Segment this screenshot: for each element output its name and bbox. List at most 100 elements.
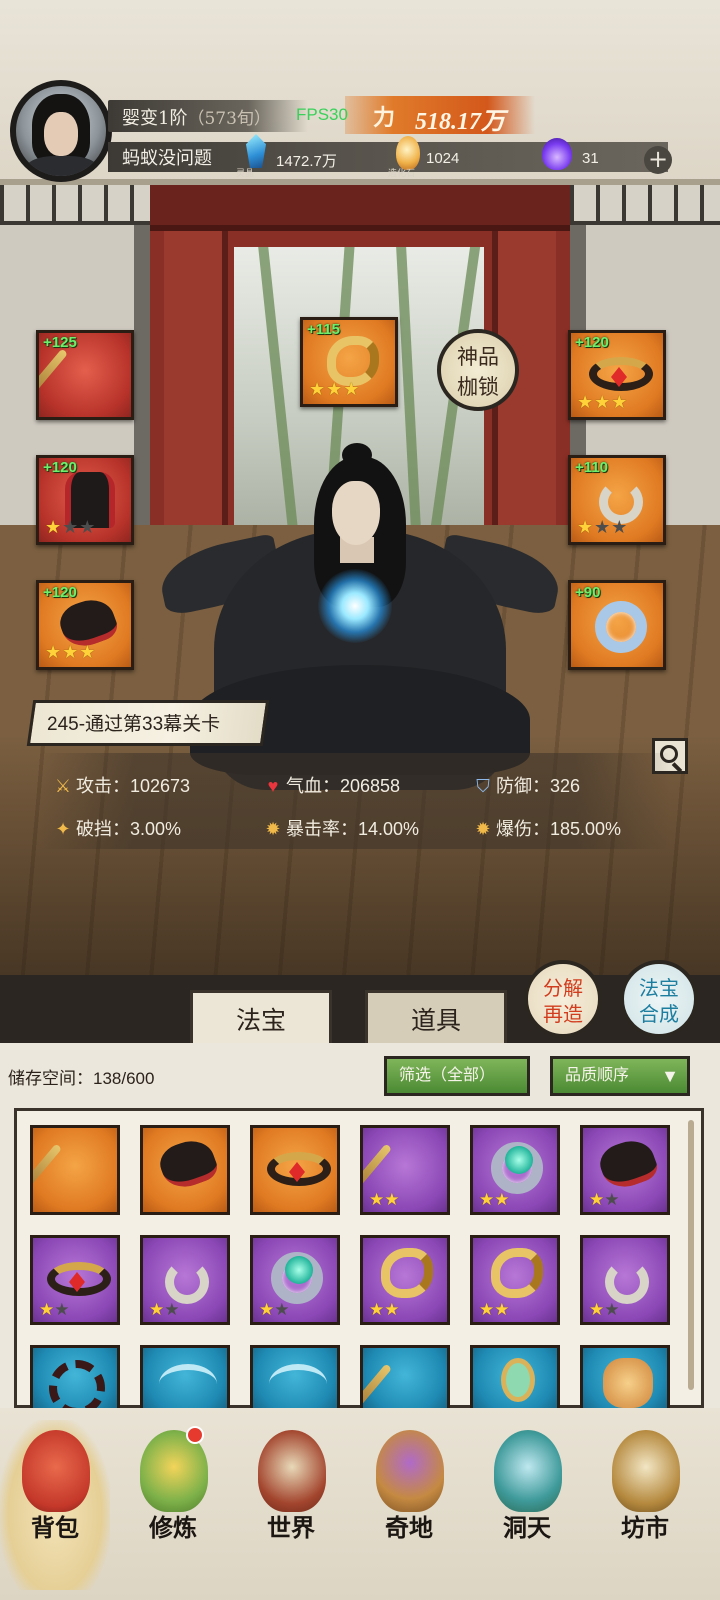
jade-gem-icon [505,1146,533,1174]
star-rating: ★★★ [577,392,629,413]
decompose-label-2: 再造 [543,1002,583,1026]
realm-name: 婴变1阶 [122,108,188,129]
spirit-crystal-caption: 灵晶 [236,169,255,179]
stat-hp-text: 气血：206858 [286,776,401,796]
staff-icon [39,348,69,411]
slot-bonus: +120 [43,459,77,476]
inventory-item[interactable] [140,1125,230,1215]
beast-icon [603,1358,653,1408]
slot-bonus: +110 [575,459,608,476]
staff-icon [33,1143,63,1206]
staff-icon [363,1363,393,1408]
heart-icon: ♥ [267,776,279,796]
equip-slot-ring[interactable]: +90 [568,580,666,670]
inventory-item[interactable] [140,1345,230,1408]
inventory-item[interactable]: ★★ [360,1235,450,1325]
nav-wonderland[interactable]: 奇地 [354,1420,464,1590]
synth-label-2: 合成 [639,1002,679,1026]
star-rating: ★★ [589,1190,620,1210]
stat-hp: ♥ 气血：206858 [262,772,400,798]
equip-slot-gauntlet[interactable]: +120 ★★★ [36,580,134,670]
stat-attack-text: 攻击：102673 [76,776,191,796]
star-rating: ★★ [479,1300,510,1320]
star-rating: ★★ [369,1190,400,1210]
equip-slot-robe[interactable]: +120 ★★★ [36,455,134,545]
decompose-label-1: 分解 [543,976,583,1000]
star-rating: ★★ [589,1300,620,1320]
pendant-icon [165,1260,209,1304]
inventory-item[interactable] [30,1345,120,1408]
break-icon: ✦ [55,819,71,839]
nav-cultivate[interactable]: 修炼 [118,1420,228,1590]
inventory-item[interactable] [250,1125,340,1215]
add-resource-button[interactable]: + [644,146,672,174]
inventory-item[interactable]: ★★ [140,1235,230,1325]
dragon-talisman-icon [491,1248,543,1298]
stage-progress-text: 245-通过第33幕关卡 [47,714,221,735]
nav-label: 坊市 [621,1513,669,1542]
realm-age: （573旬） [187,109,271,129]
tab-treasure[interactable]: 法宝 [190,990,332,1046]
star-rating: ★★★ [309,379,361,400]
star-rating: ★★ [259,1300,290,1320]
equip-slot-talisman[interactable]: +115 ★★★ [300,317,398,407]
decompose-button[interactable]: 分解 再造 [524,960,602,1038]
slot-bonus: +125 [43,334,77,351]
synthesize-button[interactable]: 法宝 合成 [620,960,698,1038]
inventory-item[interactable] [470,1345,560,1408]
creation-stone-icon [396,136,420,170]
avatar-face [44,112,78,156]
inventory-scrollbar[interactable] [688,1120,694,1390]
shield-icon: ⛉ [476,776,490,796]
bamboo-stalk [256,247,302,545]
divine-shackle-badge[interactable]: 神品 枷锁 [437,329,519,411]
crit-icon: ✹ [265,819,281,839]
pagoda-icon [376,1430,444,1512]
inventory-item[interactable] [580,1345,670,1408]
equip-slot-pendant[interactable]: +110 ★★★ [568,455,666,545]
jade-gem-icon [285,1256,313,1284]
inventory-item[interactable]: ★★ [30,1235,120,1325]
stat-break-text: 破挡：3.00% [76,819,182,839]
combat-power-value: 518.17万 [415,109,505,135]
star-rating: ★★ [149,1300,180,1320]
creation-stone-value: 1024 [426,150,460,167]
gauntlet-icon [155,1134,221,1194]
creation-stone-caption: 造化石 [388,169,416,179]
inventory-item[interactable]: ★★ [470,1235,560,1325]
equip-slot-crown[interactable]: +120 ★★★ [568,330,666,420]
inventory-item[interactable] [360,1345,450,1408]
backpack-icon [22,1430,90,1512]
magnifier-handle [671,762,683,773]
equip-slot-weapon[interactable]: +125 [36,330,134,420]
power-label: 力 [373,105,396,131]
soul-flame-icon [542,138,572,170]
inventory-item[interactable]: ★★ [360,1125,450,1215]
scroll-map-icon [258,1430,326,1512]
inventory-item[interactable] [250,1345,340,1408]
nav-world[interactable]: 世界 [236,1420,346,1590]
nav-cave-heaven[interactable]: 洞天 [472,1420,582,1590]
filter-dropdown[interactable]: 筛选（全部） [384,1056,530,1096]
crit-damage-icon: ✹ [475,819,491,839]
door-post-left [164,231,228,545]
tab-items[interactable]: 道具 [365,990,507,1046]
stat-break: ✦ 破挡：3.00% [52,815,181,841]
player-avatar[interactable] [10,80,112,182]
slot-bonus: +120 [43,584,77,601]
tabs-row [0,975,720,1045]
nav-backpack[interactable]: 背包 [0,1420,110,1590]
star-rating: ★★★ [577,517,629,538]
gauntlet-icon [595,1134,661,1194]
inventory-item[interactable] [30,1125,120,1215]
inventory-item[interactable]: ★★ [250,1235,340,1325]
inventory-item[interactable]: ★★ [470,1125,560,1215]
nav-market[interactable]: 坊市 [590,1420,700,1590]
sword-icon: ⚔ [54,776,72,796]
inventory-item[interactable]: ★★ [580,1125,670,1215]
nav-label: 修炼 [149,1513,197,1542]
inventory-item[interactable]: ★★ [580,1235,670,1325]
stat-defense: ⛉ 防御：326 [472,772,580,798]
nav-label: 洞天 [503,1513,551,1542]
sort-dropdown[interactable]: 品质顺序 ▼ [550,1056,690,1096]
